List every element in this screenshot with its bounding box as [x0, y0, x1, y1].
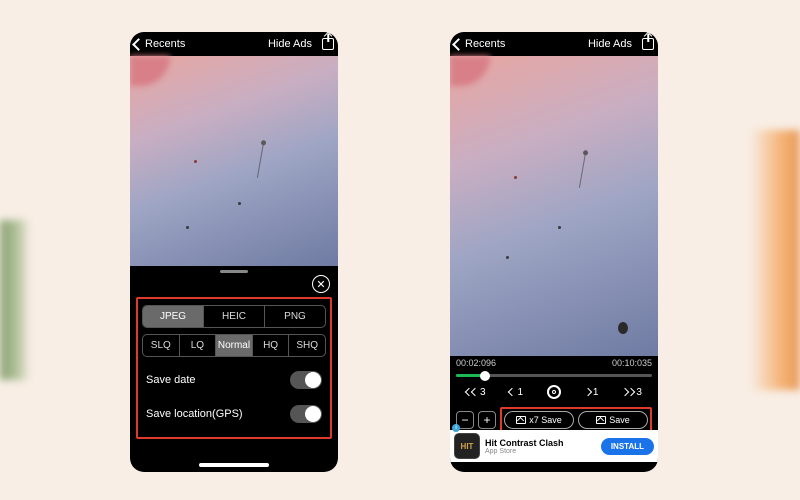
ad-app-icon: HIT: [454, 433, 480, 459]
top-bar: Recents Hide Ads: [130, 32, 338, 54]
forward-1-button[interactable]: 1: [585, 387, 599, 398]
decorative-brush-right: [750, 130, 800, 390]
back-1-button[interactable]: 1: [509, 387, 523, 398]
quality-normal[interactable]: Normal: [215, 335, 252, 356]
format-segment: JPEG HEIC PNG: [142, 305, 326, 328]
quality-segment: SLQ LQ Normal HQ SHQ: [142, 334, 326, 357]
home-indicator: [519, 463, 589, 467]
chevron-left-icon: [452, 38, 465, 51]
decorative-brush-left: [0, 220, 30, 380]
format-heic[interactable]: HEIC: [203, 306, 264, 327]
current-time: 00:02:096: [456, 358, 496, 368]
save-location-toggle[interactable]: [290, 405, 322, 423]
rewind-3-button[interactable]: 3: [466, 387, 486, 398]
phone-screenshot-right: Recents Hide Ads 00:02:096 00:10:035 3 1: [450, 32, 658, 472]
ad-banner[interactable]: i HIT Hit Contrast Clash App Store INSTA…: [450, 430, 658, 462]
quality-hq[interactable]: HQ: [252, 335, 289, 356]
hide-ads-button[interactable]: Hide Ads: [268, 38, 312, 50]
back-button[interactable]: Recents: [454, 38, 505, 50]
preview-image: [130, 56, 338, 266]
back-button[interactable]: Recents: [134, 38, 185, 50]
share-icon[interactable]: [322, 38, 334, 50]
save-location-row: Save location(GPS): [142, 397, 326, 431]
gear-icon[interactable]: [547, 385, 561, 399]
ad-subtitle: App Store: [485, 448, 596, 455]
playback-controls: 3 1 1 3: [450, 381, 658, 403]
ad-install-button[interactable]: INSTALL: [601, 438, 654, 455]
save-multi-button[interactable]: x7 Save: [504, 411, 574, 429]
chevron-left-icon: [132, 38, 145, 51]
quality-lq[interactable]: LQ: [179, 335, 216, 356]
save-date-toggle[interactable]: [290, 371, 322, 389]
save-date-label: Save date: [146, 374, 196, 386]
phone-screenshot-left: Recents Hide Ads ✕ JPEG HEIC PNG SLQ LQ …: [130, 32, 338, 472]
home-indicator: [199, 463, 269, 467]
forward-3-button[interactable]: 3: [622, 387, 642, 398]
close-icon[interactable]: ✕: [312, 275, 330, 293]
back-label: Recents: [465, 38, 505, 50]
ad-title: Hit Contrast Clash: [485, 438, 596, 448]
save-date-row: Save date: [142, 363, 326, 397]
quality-shq[interactable]: SHQ: [288, 335, 325, 356]
save-location-label: Save location(GPS): [146, 408, 243, 420]
options-highlight-box: JPEG HEIC PNG SLQ LQ Normal HQ SHQ Save …: [136, 297, 332, 439]
ad-close-icon[interactable]: i: [452, 424, 460, 432]
preview-image: [450, 56, 658, 356]
share-icon[interactable]: [642, 38, 654, 50]
image-icon: [596, 416, 606, 424]
quality-slq[interactable]: SLQ: [143, 335, 179, 356]
top-bar: Recents Hide Ads: [450, 32, 658, 54]
sheet-handle[interactable]: [220, 270, 248, 273]
format-png[interactable]: PNG: [264, 306, 325, 327]
images-icon: [516, 416, 526, 424]
back-label: Recents: [145, 38, 185, 50]
scrubber-knob[interactable]: [480, 371, 490, 381]
hide-ads-button[interactable]: Hide Ads: [588, 38, 632, 50]
total-time: 00:10:035: [612, 358, 652, 368]
format-jpeg[interactable]: JPEG: [143, 306, 203, 327]
save-button[interactable]: Save: [578, 411, 648, 429]
plus-button[interactable]: +: [478, 411, 496, 429]
scrubber[interactable]: [456, 374, 652, 377]
time-bar: 00:02:096 00:10:035: [450, 356, 658, 370]
